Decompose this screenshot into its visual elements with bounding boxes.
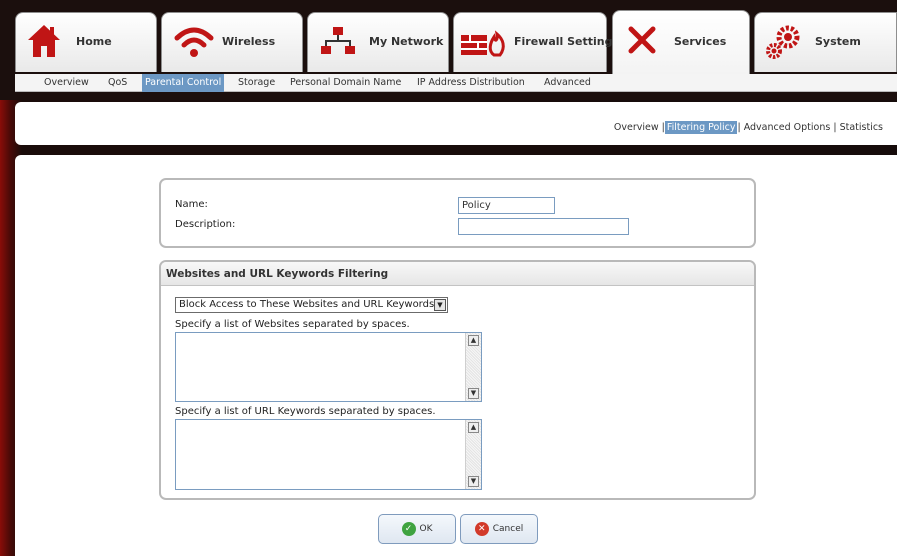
network-icon <box>321 27 355 54</box>
websites-textarea[interactable]: ▲ ▼ <box>175 332 482 402</box>
page-links: Overview | Filtering Policy | Advanced Opt… <box>614 121 883 134</box>
firewall-icon <box>461 30 505 57</box>
page-links-strip: Overview | Filtering Policy | Advanced Opt… <box>15 102 897 145</box>
tab-wireless[interactable]: Wireless <box>161 12 303 72</box>
close-icon: ✕ <box>474 522 489 536</box>
tools-icon <box>628 26 656 54</box>
cancel-button[interactable]: ✕ Cancel <box>460 514 538 544</box>
house-icon <box>28 25 60 57</box>
cancel-label: Cancel <box>492 524 524 534</box>
subnav-advanced[interactable]: Advanced <box>544 77 591 88</box>
tab-services[interactable]: Services <box>612 10 750 74</box>
websites-label: Specify a list of Websites separated by … <box>175 319 410 330</box>
tab-my-network-label: My Network <box>369 35 444 48</box>
link-overview[interactable]: Overview <box>614 122 659 133</box>
link-statistics[interactable]: Statistics <box>840 122 883 133</box>
scroll-up-icon[interactable]: ▲ <box>468 422 479 433</box>
link-separator: | <box>737 122 741 133</box>
tab-system-label: System <box>815 35 861 48</box>
filter-mode-value: Block Access to These Websites and URL K… <box>179 299 435 310</box>
keywords-scrollbar[interactable]: ▲ ▼ <box>465 420 481 489</box>
top-nav-bar: Home Wireless My Network Firewall Settin… <box>0 0 897 100</box>
name-label: Name: <box>175 199 208 210</box>
tab-services-label: Services <box>674 35 727 48</box>
url-filtering-header: Websites and URL Keywords Filtering <box>161 262 754 286</box>
tab-firewall-settings[interactable]: Firewall Settings <box>453 12 619 72</box>
tab-system[interactable]: System <box>754 12 897 72</box>
websites-scrollbar[interactable]: ▲ ▼ <box>465 333 481 401</box>
subnav-ip-address-distribution[interactable]: IP Address Distribution <box>417 77 525 88</box>
subnav-overview[interactable]: Overview <box>44 77 89 88</box>
link-filtering-policy[interactable]: Filtering Policy <box>664 121 738 134</box>
link-advanced-options[interactable]: Advanced Options <box>744 122 831 133</box>
check-icon: ✓ <box>401 522 416 536</box>
subnav-qos[interactable]: QoS <box>108 77 127 88</box>
gears-icon <box>766 25 800 59</box>
subnav-personal-domain-name[interactable]: Personal Domain Name <box>290 77 401 88</box>
description-label: Description: <box>175 219 236 230</box>
subnav-parental-control[interactable]: Parental Control <box>142 74 225 92</box>
ok-label: OK <box>419 524 433 534</box>
tab-wireless-label: Wireless <box>222 35 276 48</box>
ok-button[interactable]: ✓ OK <box>378 514 456 544</box>
subnav-storage[interactable]: Storage <box>238 77 275 88</box>
filter-mode-select[interactable]: Block Access to These Websites and URL K… <box>175 297 448 313</box>
tab-firewall-settings-label: Firewall Settings <box>514 35 620 48</box>
description-input[interactable] <box>458 218 629 235</box>
tab-home-label: Home <box>76 35 112 48</box>
chevron-down-icon[interactable]: ▼ <box>434 299 446 311</box>
keywords-label: Specify a list of URL Keywords separated… <box>175 406 436 417</box>
name-input[interactable] <box>458 197 555 214</box>
scroll-down-icon[interactable]: ▼ <box>468 388 479 399</box>
services-subnav: Overview QoS Parental Control Storage Pe… <box>15 74 897 92</box>
url-filtering-box: Websites and URL Keywords Filtering Bloc… <box>159 260 756 500</box>
tab-my-network[interactable]: My Network <box>307 12 449 72</box>
scroll-up-icon[interactable]: ▲ <box>468 335 479 346</box>
tab-home[interactable]: Home <box>15 12 157 72</box>
wifi-icon <box>174 27 214 57</box>
link-separator: | <box>833 122 837 133</box>
keywords-textarea[interactable]: ▲ ▼ <box>175 419 482 490</box>
policy-details-box: Name: Description: <box>159 178 756 248</box>
scroll-down-icon[interactable]: ▼ <box>468 476 479 487</box>
